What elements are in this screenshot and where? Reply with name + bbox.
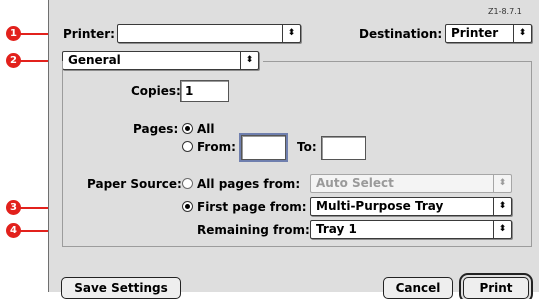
cancel-button[interactable]: Cancel: [383, 277, 453, 299]
copies-label: Copies:: [131, 84, 181, 98]
first-page-from-radio[interactable]: [182, 201, 193, 212]
groupbox-top-edge: [263, 61, 532, 62]
print-dialog: Z1-8.7.1 Printer: ⬍ Destination: Printer…: [48, 0, 539, 299]
paper-source-label: Paper Source:: [87, 177, 182, 191]
pages-from-radio[interactable]: [182, 141, 193, 152]
pages-from-label[interactable]: From:: [197, 140, 236, 154]
printer-label: Printer:: [63, 27, 115, 41]
popup-arrows-icon: ⬍: [282, 25, 300, 42]
copies-field[interactable]: 1: [180, 80, 229, 102]
callout-4: 4: [6, 223, 21, 238]
all-pages-from-radio[interactable]: [182, 178, 193, 189]
callout-2: 2: [6, 53, 21, 68]
first-page-from-label[interactable]: First page from:: [197, 200, 307, 214]
destination-popup-value: Printer: [451, 26, 499, 40]
pages-label: Pages:: [133, 122, 179, 136]
pages-to-field[interactable]: [321, 136, 366, 160]
popup-arrows-icon: ⬍: [493, 221, 511, 238]
printer-popup[interactable]: ⬍: [117, 24, 301, 43]
popup-arrows-icon: ⬍: [513, 25, 531, 42]
destination-label: Destination:: [359, 27, 443, 41]
callout-1: 1: [6, 26, 21, 41]
all-pages-from-popup[interactable]: Auto Select ⬍: [310, 174, 512, 193]
remaining-from-popup[interactable]: Tray 1 ⬍: [310, 220, 512, 239]
first-page-from-popup[interactable]: Multi-Purpose Tray ⬍: [310, 197, 512, 216]
first-page-from-value: Multi-Purpose Tray: [316, 199, 444, 213]
all-pages-from-label[interactable]: All pages from:: [197, 177, 300, 191]
pages-from-field[interactable]: [239, 133, 288, 162]
all-pages-from-value: Auto Select: [316, 176, 394, 190]
pages-to-label: To:: [297, 140, 317, 154]
pages-all-radio[interactable]: [182, 123, 193, 134]
version-tag: Z1-8.7.1: [488, 7, 522, 16]
pages-all-label[interactable]: All: [197, 122, 215, 136]
callout-3: 3: [6, 200, 21, 215]
destination-popup[interactable]: Printer ⬍: [445, 24, 532, 43]
copies-value: 1: [185, 84, 194, 98]
remaining-from-value: Tray 1: [316, 222, 357, 236]
popup-arrows-icon: ⬍: [493, 175, 511, 192]
print-button[interactable]: Print: [463, 277, 529, 299]
remaining-from-label: Remaining from:: [197, 223, 310, 237]
popup-arrows-icon: ⬍: [493, 198, 511, 215]
save-settings-button[interactable]: Save Settings: [61, 277, 181, 299]
